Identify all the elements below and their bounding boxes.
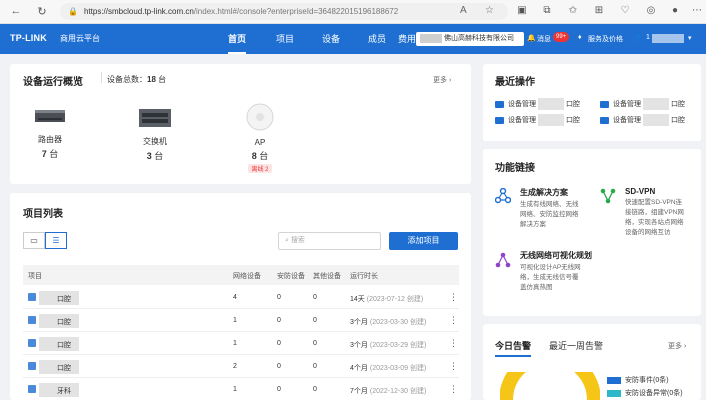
wireless-plan-icon (495, 252, 511, 268)
redacted-block (643, 98, 669, 110)
list-view-button[interactable]: ☰ (45, 232, 67, 249)
router-icon (35, 110, 65, 122)
extension-icon[interactable]: ▣ (515, 5, 529, 16)
list-view-icon: ☰ (52, 236, 60, 245)
recent-item[interactable]: 设备管理 口腔 (600, 98, 685, 110)
split-screen-icon[interactable]: ⧉ (540, 5, 554, 16)
platform-name: 商用云平台 (60, 34, 100, 43)
back-icon[interactable]: ← (6, 5, 26, 17)
project-icon (28, 339, 36, 347)
recent-item[interactable]: 设备管理 口腔 (495, 98, 580, 110)
more-menu-icon[interactable]: ⋯ (690, 5, 704, 16)
favorites-icon[interactable]: ✩ (566, 5, 580, 16)
profile-icon[interactable]: ● (668, 5, 682, 16)
row-menu-icon[interactable]: ⋮ (449, 361, 458, 372)
device-ap[interactable]: AP 8 台 离线 2 (230, 102, 290, 173)
alert-donut-chart (500, 372, 600, 400)
messages-link[interactable]: 消息 (537, 34, 551, 44)
divider (101, 72, 102, 83)
favorite-star-icon[interactable]: ☆ (485, 5, 494, 16)
add-project-button[interactable]: 添加项目 (389, 232, 458, 250)
table-row[interactable]: 口腔 1 0 0 3个月 (2023-03-29 创建) ⋮ (23, 333, 459, 355)
vpn-icon (600, 188, 616, 204)
feature-wireless-plan[interactable]: 无线网络可视化规划 可视化设计AP无线网 络，生成无线信号覆 盖仿真热图 (520, 250, 592, 293)
device-switch[interactable]: 交换机 3 台 (125, 106, 185, 162)
alerts-more-link[interactable]: 更多 › (668, 341, 686, 351)
legend-security-device-errors: 安防设备异常(0条) (607, 388, 683, 398)
service-link[interactable]: 服务及价格 (588, 34, 623, 44)
lock-icon: 🔒 (68, 7, 78, 16)
row-menu-icon[interactable]: ⋮ (449, 315, 458, 326)
redacted-block (538, 98, 564, 110)
switch-icon (139, 109, 171, 127)
browser-toolbar: ← ↻ 🔒 https://smbcloud.tp-link.com.cn/in… (0, 0, 706, 24)
offline-badge: 离线 2 (248, 164, 272, 173)
legend-security-events: 安防事件(0条) (607, 375, 669, 385)
feature-solution[interactable]: 生成解决方案 生成有线网络、无线 网络、安防监控网络 解决方案 (520, 187, 579, 230)
card-view-icon: ▭ (30, 236, 38, 245)
recent-title: 最近操作 (495, 77, 535, 88)
address-bar[interactable]: 🔒 https://smbcloud.tp-link.com.cn/index.… (60, 3, 508, 20)
url-host: https://smbcloud.tp-link.com.cn (83, 7, 194, 16)
project-icon (28, 385, 36, 393)
redacted-block (538, 114, 564, 126)
messages-badge: 99+ (553, 32, 570, 42)
table-row[interactable]: 牙科 1 0 0 7个月 (2022-12-30 创建) ⋮ (23, 379, 459, 400)
chevron-down-icon[interactable]: ▾ (688, 34, 692, 42)
cloud-icon (495, 116, 504, 124)
project-icon (28, 362, 36, 370)
read-aloud-icon[interactable]: A (460, 5, 467, 16)
project-search-input[interactable]: ⌕ 搜索 (278, 232, 381, 250)
row-menu-icon[interactable]: ⋮ (449, 384, 458, 395)
nav-devices[interactable]: 设备 (322, 32, 340, 45)
card-view-button[interactable]: ▭ (23, 232, 45, 249)
recent-item[interactable]: 设备管理 口腔 (495, 114, 580, 126)
cloud-icon (600, 100, 609, 108)
table-row[interactable]: 口腔 4 0 0 14天 (2023-07-12 创建) ⋮ (23, 287, 459, 309)
nav-home[interactable]: 首页 (228, 32, 247, 54)
tab-week-alerts[interactable]: 最近一周告警 (549, 339, 603, 352)
nav-members[interactable]: 成员 (368, 32, 386, 45)
copilot-icon[interactable]: ◎ (644, 5, 658, 16)
user-menu[interactable]: 1 (646, 34, 650, 41)
reload-icon[interactable]: ↻ (32, 5, 52, 18)
project-list-title: 项目列表 (23, 209, 63, 220)
overview-more-link[interactable]: 更多 › (433, 75, 451, 85)
project-icon (28, 316, 36, 324)
tab-today-alerts[interactable]: 今日告警 (495, 339, 532, 357)
cloud-icon (495, 100, 504, 108)
bell-icon[interactable]: 🔔 (527, 34, 536, 42)
project-icon (28, 293, 36, 301)
redacted-username (652, 34, 684, 43)
redacted-block (420, 33, 442, 43)
user-icon: 👤 (634, 35, 643, 42)
features-title: 功能链接 (495, 163, 535, 174)
solution-icon (495, 188, 511, 204)
browser-essentials-icon[interactable]: ♡ (618, 5, 632, 16)
brand-logo: TP-LINK (10, 33, 47, 43)
redacted-block (643, 114, 669, 126)
project-table-header: 项目 网络设备 安防设备 其他设备 运行时长 (23, 265, 459, 285)
nav-billing[interactable]: 费用 (398, 32, 416, 45)
app-header: TP-LINK 商用云平台 首页 项目 设备 成员 费用 佛山高赫科技有限公司 … (0, 24, 706, 54)
feature-sd-vpn[interactable]: SD-VPN 快速配置SD-VPN连 接链路，组建VPN网 络，实现各站点网络 设备的… (625, 187, 684, 238)
table-row[interactable]: 口腔 1 0 0 3个月 (2023-03-30 创建) ⋮ (23, 310, 459, 332)
table-row[interactable]: 口腔 2 0 0 4个月 (2023-03-09 创建) ⋮ (23, 356, 459, 378)
service-icon: ♦ (578, 34, 582, 41)
url-path: /index.html#/console?enterpriseId=364822… (193, 7, 399, 16)
collections-icon[interactable]: ⊞ (592, 5, 606, 16)
device-total: 设备总数：18 台 (107, 75, 167, 84)
device-router[interactable]: 路由器 7 台 (20, 106, 80, 160)
overview-title: 设备运行概览 (23, 77, 83, 88)
cloud-icon (600, 116, 609, 124)
recent-item[interactable]: 设备管理 口腔 (600, 114, 685, 126)
ap-icon (246, 103, 274, 131)
row-menu-icon[interactable]: ⋮ (449, 338, 458, 349)
nav-projects[interactable]: 项目 (276, 32, 294, 45)
row-menu-icon[interactable]: ⋮ (449, 292, 458, 303)
company-selector[interactable]: 佛山高赫科技有限公司 (416, 32, 524, 46)
